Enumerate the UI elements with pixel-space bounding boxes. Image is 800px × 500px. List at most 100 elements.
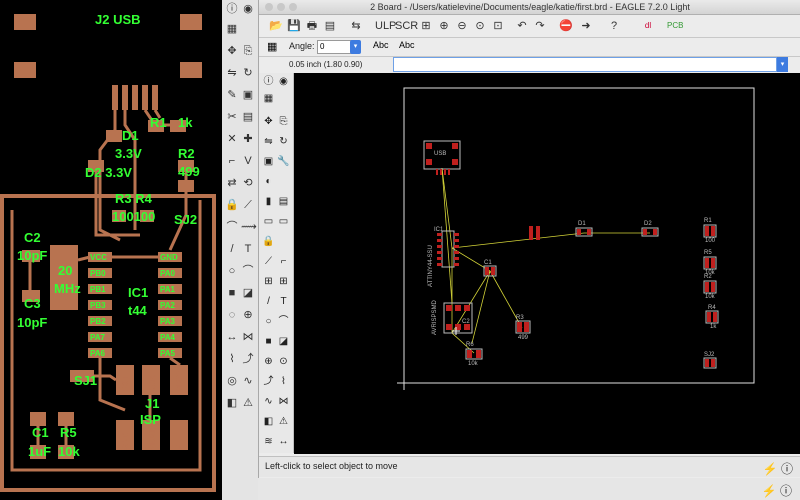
route-icon[interactable]: ⤴ — [241, 352, 255, 366]
angle-dropdown-arrow-icon[interactable]: ▾ — [350, 40, 361, 54]
tool-group-icon[interactable]: ▣ — [262, 155, 275, 168]
hole-icon[interactable]: ◌ — [225, 308, 239, 322]
tool-ripup-icon[interactable]: ⤴ — [262, 375, 275, 388]
replace-icon[interactable]: ⟲ — [241, 176, 255, 190]
via-icon[interactable]: ◎ — [225, 374, 239, 388]
zoom-in-icon[interactable]: ⊕ — [437, 19, 451, 33]
ratsnest-icon[interactable]: ⋈ — [241, 330, 255, 344]
tool-polygon-icon[interactable]: ◪ — [277, 335, 290, 348]
tool-meander-icon[interactable]: ⊞ — [277, 275, 290, 288]
zoom-redraw-icon[interactable]: ⊙ — [473, 19, 487, 33]
design-link-icon[interactable]: dl — [633, 19, 663, 33]
rotate-icon[interactable]: ↻ — [241, 66, 255, 80]
spin-toggle-icon[interactable]: Abc — [399, 40, 415, 50]
tool-via-icon[interactable]: ⊕ — [262, 355, 275, 368]
tool-copy-icon[interactable]: ⎘ — [277, 115, 290, 128]
board-canvas[interactable]: USB IC1 C1 D1 D2 R1 100 R5 10k R2 10k R4… — [294, 73, 800, 454]
tool-split-icon[interactable]: ⟋ — [262, 255, 275, 268]
group-icon[interactable]: ▣ — [241, 88, 255, 102]
pcb-quote-icon[interactable]: PCB — [667, 19, 683, 33]
mirror-toggle-icon[interactable]: Abc — [373, 40, 389, 50]
tool-arc-icon[interactable]: ⌒ — [277, 315, 290, 328]
grid-settings-icon[interactable]: ▦ — [267, 40, 277, 53]
tool-rotate-icon[interactable]: ↻ — [277, 135, 290, 148]
tool-hole-icon[interactable]: ⊙ — [277, 355, 290, 368]
circle-icon[interactable]: ○ — [225, 264, 239, 278]
mirror-icon[interactable]: ⇋ — [225, 66, 239, 80]
tool-errors-icon[interactable]: ⚠ — [277, 415, 290, 428]
wrench-icon[interactable]: ✎ — [225, 88, 239, 102]
tool-rect-icon[interactable]: ■ — [262, 335, 275, 348]
background-info-icon[interactable]: ⓘ — [780, 484, 792, 498]
move-icon[interactable]: ✥ — [225, 44, 239, 58]
tool-wire-icon[interactable]: / — [262, 295, 275, 308]
stop-icon[interactable]: ⛔ — [559, 19, 573, 33]
angle-select[interactable]: 0 — [317, 40, 353, 54]
paste-icon[interactable]: ▤ — [241, 110, 255, 124]
line-icon[interactable]: / — [225, 242, 239, 256]
redo-icon[interactable]: ↷ — [533, 19, 547, 33]
tool-move-icon[interactable]: ✥ — [262, 115, 275, 128]
value-icon[interactable]: V — [241, 154, 255, 168]
pinswap-icon[interactable]: ⇄ — [225, 176, 239, 190]
miter-icon[interactable]: ⌒ — [225, 220, 239, 234]
go-icon[interactable]: ➜ — [579, 19, 593, 33]
lock-icon[interactable]: 🔒 — [225, 198, 239, 212]
arc-icon[interactable]: ⌒ — [241, 264, 255, 278]
tool-ratsnest-icon[interactable]: ⋈ — [277, 395, 290, 408]
grid-icon[interactable]: ▦ — [225, 22, 239, 36]
tool-change-icon[interactable]: 🔧 — [277, 155, 290, 168]
attribute-icon[interactable]: ⊕ — [241, 308, 255, 322]
optimize-icon[interactable]: ⟿ — [241, 220, 257, 234]
save-icon[interactable]: 💾 — [287, 19, 301, 33]
tool-display-icon[interactable]: ▦ — [262, 92, 275, 105]
background-lightning-icon[interactable]: ⚡ — [762, 484, 777, 498]
tool-lock-icon[interactable]: 🔒 — [262, 235, 275, 248]
tool-show-icon[interactable]: ◉ — [277, 75, 290, 88]
tool-name-icon[interactable]: ▭ — [262, 215, 275, 228]
polygon-icon[interactable]: ◪ — [241, 286, 255, 300]
split-icon[interactable]: ⟋ — [241, 198, 255, 212]
tool-drc-icon[interactable]: ◧ — [262, 415, 275, 428]
tool-miter-icon[interactable]: ⌐ — [277, 255, 290, 268]
tool-paste-icon[interactable]: ◐ — [262, 175, 275, 188]
tool-mirror-icon[interactable]: ⇋ — [262, 135, 275, 148]
eye-icon[interactable]: ◉ — [241, 2, 255, 16]
tool-value-icon[interactable]: ▭ — [277, 215, 290, 228]
copy-icon[interactable]: ⎘ — [241, 44, 255, 58]
switch-schematic-icon[interactable]: ⇆ — [349, 19, 363, 33]
tool-info-icon[interactable]: ⓘ — [262, 75, 275, 88]
add-icon[interactable]: ✚ — [241, 132, 255, 146]
info-icon[interactable]: ⓘ — [225, 2, 239, 16]
tool-autorouter-icon[interactable]: ↔ — [277, 435, 290, 448]
signal-icon[interactable]: ∿ — [241, 374, 255, 388]
errors-icon[interactable]: ⚠ — [241, 396, 255, 410]
drc-icon[interactable]: ◧ — [225, 396, 239, 410]
help-icon[interactable]: ? — [607, 19, 621, 33]
script-icon[interactable]: SCR — [395, 19, 418, 33]
stop-command-icon[interactable]: ⓘ — [781, 462, 793, 476]
zoom-select-icon[interactable]: ⊡ — [491, 19, 505, 33]
tool-circle-icon[interactable]: ○ — [262, 315, 275, 328]
tool-signal-icon[interactable]: ∿ — [262, 395, 275, 408]
dimension-icon[interactable]: ↔ — [225, 330, 239, 344]
ulp-icon[interactable]: ULP — [375, 19, 396, 33]
zoom-fit-icon[interactable]: ⊞ — [419, 19, 433, 33]
ripup-icon[interactable]: ⌇ — [225, 352, 239, 366]
command-history-dropdown-icon[interactable]: ▾ — [777, 57, 788, 72]
command-line-input[interactable] — [393, 57, 777, 72]
tool-layers-icon[interactable]: ≋ — [262, 435, 275, 448]
print-icon[interactable]: 🖶 — [305, 19, 319, 33]
rect-icon[interactable]: ■ — [225, 286, 239, 300]
zoom-out-icon[interactable]: ⊖ — [455, 19, 469, 33]
text-icon[interactable]: T — [241, 242, 255, 256]
undo-icon[interactable]: ↶ — [515, 19, 529, 33]
open-icon[interactable]: 📂 — [269, 19, 283, 33]
delete-icon[interactable]: ✕ — [225, 132, 239, 146]
tool-add-icon[interactable]: ▤ — [277, 195, 290, 208]
wire-icon[interactable]: ⌐ — [225, 154, 239, 168]
lightning-icon[interactable]: ⚡ — [763, 462, 778, 476]
smash-icon[interactable]: ✂ — [225, 110, 239, 124]
cam-icon[interactable]: ▤ — [323, 19, 337, 33]
tool-route-icon[interactable]: ⌇ — [277, 375, 290, 388]
